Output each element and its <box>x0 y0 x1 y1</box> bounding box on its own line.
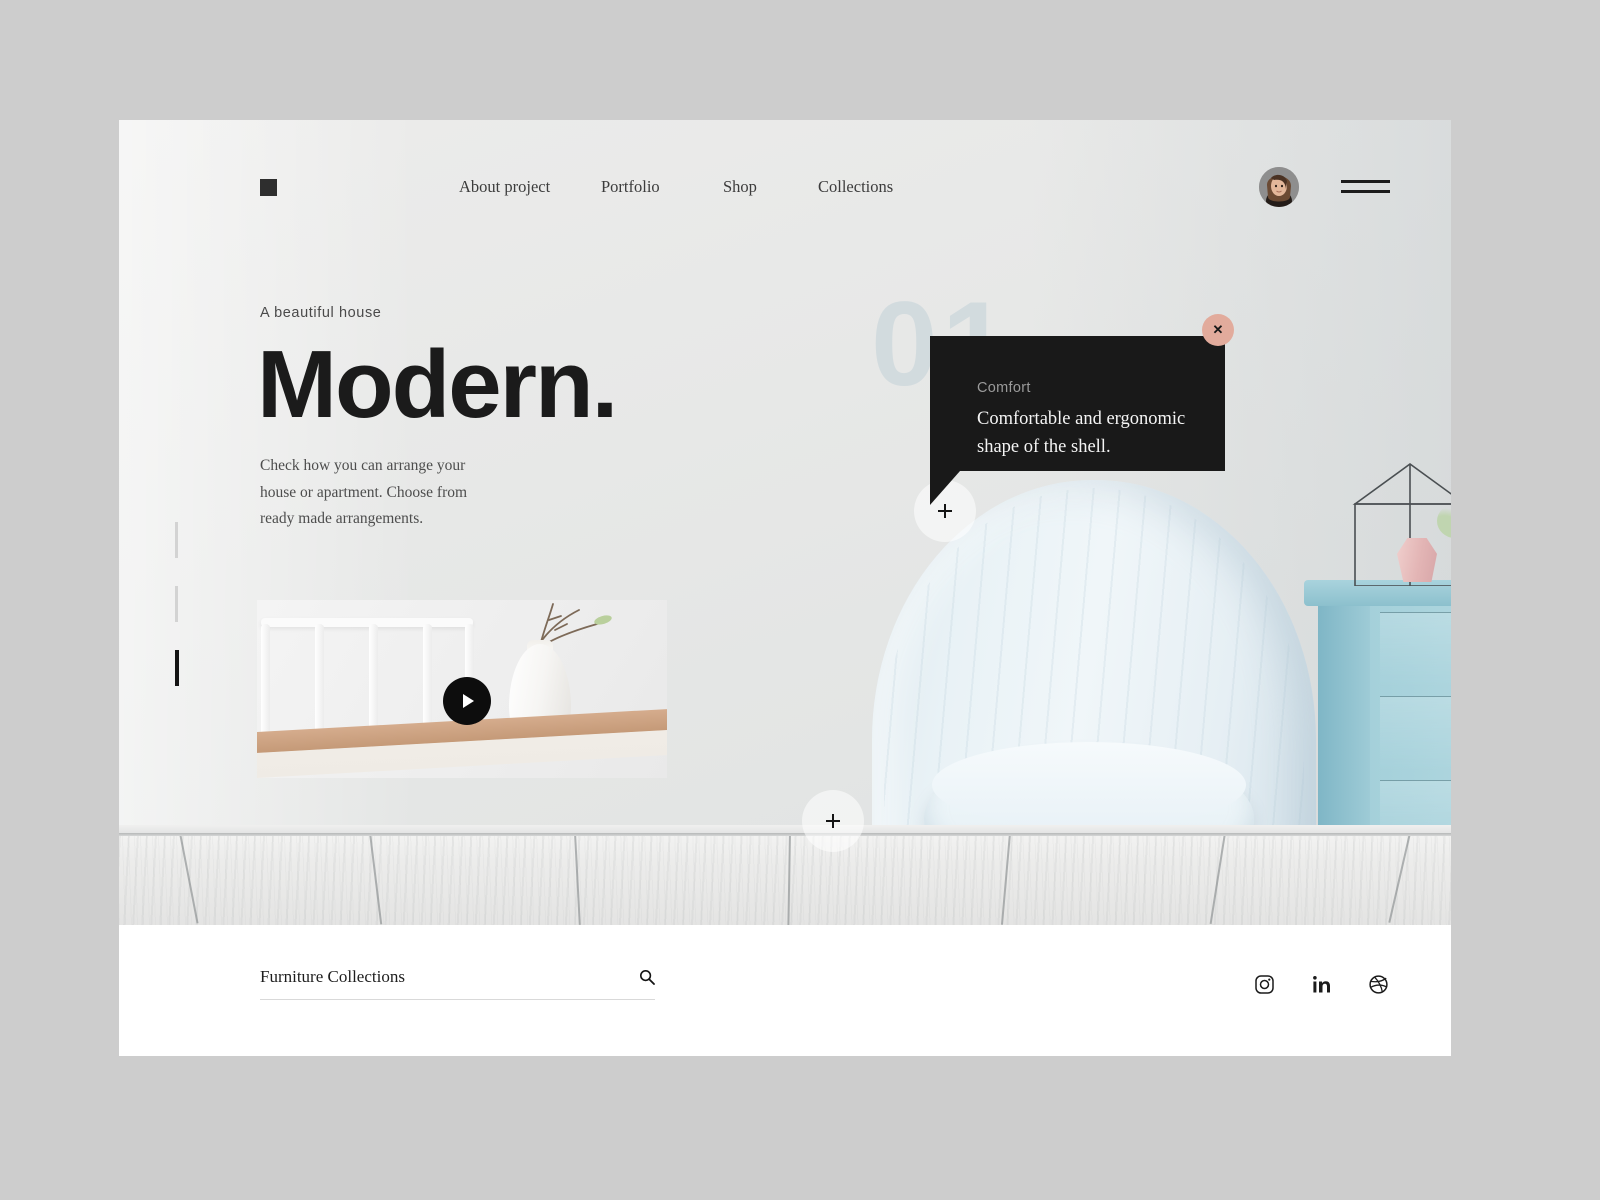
tooltip-text: Comfortable and ergonomic shape of the s… <box>977 409 1186 457</box>
nav-item-portfolio[interactable]: Portfolio <box>601 177 723 197</box>
feature-tooltip: Comfort Comfortable and ergonomic shape … <box>930 336 1225 471</box>
search-field[interactable] <box>260 967 655 1000</box>
video-preview-card[interactable] <box>257 600 667 778</box>
instagram-icon[interactable] <box>1255 975 1274 999</box>
hero-description: Check how you can arrange your house or … <box>260 457 468 528</box>
square-logo[interactable] <box>260 179 277 196</box>
play-icon[interactable] <box>443 677 491 725</box>
wood-floor <box>119 833 1451 925</box>
tooltip-label: Comfort <box>977 380 1031 396</box>
tooltip-tail <box>930 471 960 505</box>
hamburger-line <box>1341 190 1390 193</box>
close-icon[interactable]: ✕ <box>1202 314 1234 346</box>
page-canvas: 01 <box>119 120 1451 1056</box>
nav-item-collections[interactable]: Collections <box>818 177 893 197</box>
social-links <box>1255 975 1388 999</box>
floor-grain <box>119 833 1451 925</box>
hamburger-menu-icon[interactable] <box>1341 180 1390 193</box>
footer <box>119 925 1451 1056</box>
floor-wall-joint <box>119 833 1451 836</box>
dribbble-icon[interactable] <box>1369 975 1388 999</box>
search-icon[interactable] <box>639 969 655 985</box>
chair-rail <box>261 618 473 627</box>
dresser-drawer <box>1380 696 1451 772</box>
search-input[interactable] <box>260 967 590 987</box>
slide-indicator-bar[interactable] <box>175 586 178 622</box>
page-title: Modern. <box>257 331 618 438</box>
header: About project Portfolio Shop Collections <box>119 120 1451 260</box>
avatar[interactable] <box>1259 167 1299 207</box>
slide-indicator[interactable] <box>175 522 179 714</box>
hamburger-line <box>1341 180 1390 183</box>
armchair-seat-cushion <box>932 742 1246 828</box>
hotspot-chair-leg[interactable] <box>802 790 864 852</box>
hero-eyebrow: A beautiful house <box>260 305 382 321</box>
slide-indicator-bar-active[interactable] <box>175 650 179 686</box>
dresser-drawer <box>1380 612 1451 688</box>
main-navigation: About project Portfolio Shop Collections <box>459 177 893 197</box>
slide-indicator-bar[interactable] <box>175 522 178 558</box>
linkedin-icon[interactable] <box>1312 975 1331 999</box>
nav-item-shop[interactable]: Shop <box>723 177 818 197</box>
nav-item-about-project[interactable]: About project <box>459 177 601 197</box>
